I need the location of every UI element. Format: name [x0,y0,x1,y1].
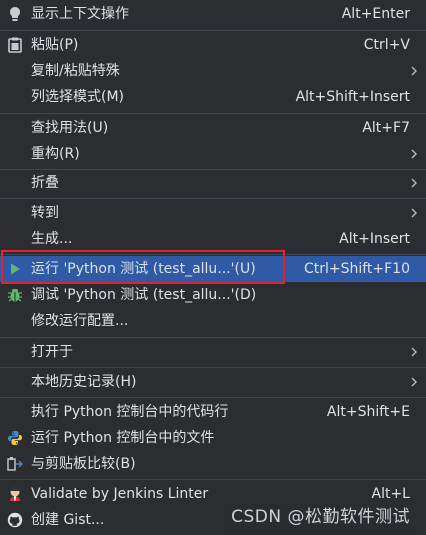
menu-item-compare-with-clipboard[interactable]: 与剪贴板比较(B) [0,451,426,477]
menu-item-label: 创建 Gist... [31,512,105,528]
chevron-right-icon [411,377,417,387]
menu-item-run-file-in-console[interactable]: 运行 Python 控制台中的文件 [0,425,426,451]
watermark: CSDN @松勤软件测试 [225,504,410,530]
menu-item-run-python-test[interactable]: 运行 'Python 测试 (test_allu...'(U) Ctrl+Shi… [0,256,426,282]
menu-item-label: 查找用法(U) [31,120,109,136]
debug-bug-icon [6,286,24,304]
menu-separator [0,254,426,255]
menu-item-label: 与剪贴板比较(B) [31,456,136,472]
menu-item-show-context-actions[interactable]: 显示上下文操作 Alt+Enter [0,1,426,27]
chevron-right-icon [411,66,417,76]
menu-item-shortcut: Alt+Shift+Insert [295,89,410,105]
jenkins-icon [6,485,24,503]
menu-item-label: 转到 [31,205,59,221]
menu-item-label: 粘贴(P) [31,37,79,53]
menu-separator [0,337,426,338]
context-menu: 显示上下文操作 Alt+Enter 粘贴(P) Ctrl+V 复制/粘贴特殊 列… [0,0,426,535]
menu-item-local-history[interactable]: 本地历史记录(H) [0,369,426,395]
github-icon [6,511,24,529]
menu-item-label: 列选择模式(M) [31,89,125,105]
run-play-icon [6,260,24,278]
menu-separator [0,30,426,31]
python-icon [6,429,24,447]
menu-item-shortcut: Ctrl+Shift+F10 [303,261,410,277]
menu-item-exec-line-in-console[interactable]: 执行 Python 控制台中的代码行 Alt+Shift+E [0,399,426,425]
menu-separator [0,367,426,368]
menu-item-shortcut: Alt+Enter [341,6,410,22]
menu-item-label: 本地历史记录(H) [31,374,137,390]
chevron-right-icon [411,149,417,159]
menu-item-column-selection[interactable]: 列选择模式(M) Alt+Shift+Insert [0,84,426,110]
chevron-right-icon [411,208,417,218]
menu-separator [0,397,426,398]
menu-item-label: Validate by Jenkins Linter [31,486,209,502]
menu-item-shortcut: Alt+Insert [339,231,410,247]
menu-item-label: 运行 'Python 测试 (test_allu...'(U) [31,261,256,277]
menu-item-debug-python-test[interactable]: 调试 'Python 测试 (test_allu...'(D) [0,282,426,308]
menu-item-label: 执行 Python 控制台中的代码行 [31,404,229,420]
menu-item-open-in[interactable]: 打开于 [0,339,426,365]
menu-item-shortcut: Alt+Shift+E [326,404,410,420]
menu-item-label: 生成... [31,231,73,247]
menu-item-label: 显示上下文操作 [31,6,129,22]
lightbulb-icon [6,5,24,23]
menu-item-folding[interactable]: 折叠 [0,170,426,196]
menu-item-label: 修改运行配置... [31,313,129,329]
menu-item-shortcut: Alt+F7 [362,120,410,136]
menu-separator [0,198,426,199]
menu-item-label: 调试 'Python 测试 (test_allu...'(D) [31,287,257,303]
compare-icon [6,455,24,473]
menu-item-refactor[interactable]: 重构(R) [0,141,426,167]
menu-item-label: 运行 Python 控制台中的文件 [31,430,215,446]
menu-separator [0,479,426,480]
menu-item-label: 打开于 [31,344,73,360]
menu-item-goto[interactable]: 转到 [0,200,426,226]
chevron-right-icon [411,178,417,188]
menu-item-paste[interactable]: 粘贴(P) Ctrl+V [0,32,426,58]
menu-item-shortcut: Ctrl+V [363,37,410,53]
menu-item-label: 复制/粘贴特殊 [31,63,120,79]
menu-item-generate[interactable]: 生成... Alt+Insert [0,226,426,252]
menu-item-copy-paste-special[interactable]: 复制/粘贴特殊 [0,58,426,84]
menu-separator [0,113,426,114]
menu-item-label: 重构(R) [31,146,80,162]
menu-item-label: 折叠 [31,175,59,191]
clipboard-icon [6,36,24,54]
menu-item-find-usages[interactable]: 查找用法(U) Alt+F7 [0,115,426,141]
chevron-right-icon [411,347,417,357]
menu-item-modify-run-config[interactable]: 修改运行配置... [0,308,426,334]
